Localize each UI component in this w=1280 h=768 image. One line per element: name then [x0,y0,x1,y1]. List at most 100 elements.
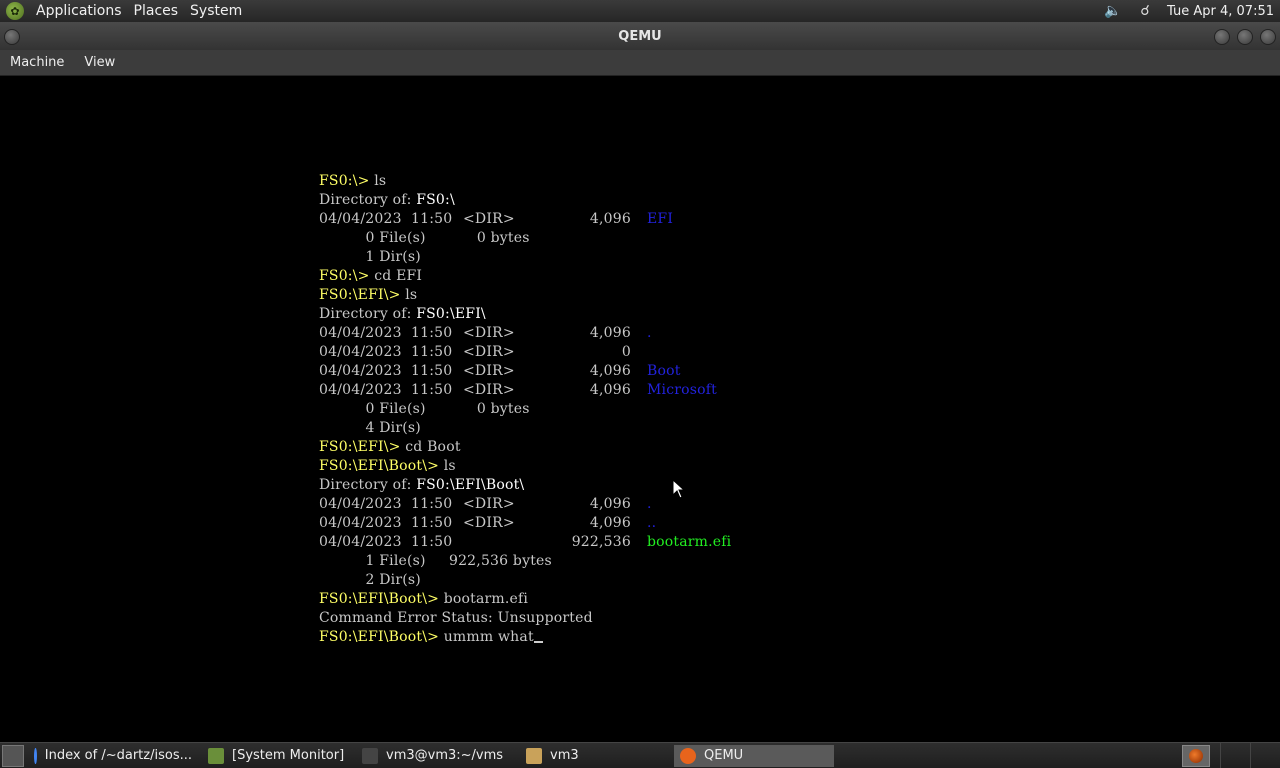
console-line: 04/04/2023 11:50 <DIR> 0 [319,343,731,362]
console-line: 04/04/2023 11:50 <DIR> 4,096. [319,495,731,514]
entry-date: 04/04/2023 11:50 [319,534,453,550]
entry-date: 04/04/2023 11:50 [319,325,453,341]
minimize-button[interactable] [1214,29,1230,45]
shell-command: bootarm.efi [443,591,529,607]
window-titlebar[interactable]: QEMU [0,22,1280,50]
directory-label: Directory of: [319,192,417,208]
console-line: Command Error Status: Unsupported [319,609,731,628]
entry-date: 04/04/2023 11:50 [319,344,453,360]
entry-date: 04/04/2023 11:50 [319,382,453,398]
console-line: 0 File(s) 0 bytes [319,400,731,419]
summary-text: 4 Dir(s) [319,420,421,436]
window-menu-button[interactable] [4,29,20,45]
qemu-icon [680,747,696,764]
console-line: 0 File(s) 0 bytes [319,229,731,248]
taskbar-item-label: Index of /~dartz/isos... [44,748,192,763]
shell-command: cd Boot [405,439,461,455]
workspace-switcher[interactable] [1220,743,1280,768]
summary-text: 0 File(s) 0 bytes [319,401,530,417]
console-line: FS0:\EFI\Boot\> ummm what [319,628,731,647]
entry-size: 4,096 [589,382,631,398]
console-line: FS0:\EFI\> ls [319,286,731,305]
console-line: FS0:\EFI\> cd Boot [319,438,731,457]
entry-name: . [647,496,652,512]
entry-date: 04/04/2023 11:50 [319,363,453,379]
terminal-icon [362,747,378,764]
show-desktop-button[interactable] [2,744,24,767]
clock[interactable]: Tue Apr 4, 07:51 [1161,4,1280,19]
shell-command: ls [405,287,418,303]
qemu-tray-icon[interactable] [1182,745,1210,767]
summary-text: 1 File(s) 922,536 bytes [319,553,552,569]
console-line: FS0:\EFI\Boot\> ls [319,457,731,476]
taskbar-item[interactable]: Index of /~dartz/isos... [28,745,198,767]
console-line: 1 File(s) 922,536 bytes [319,552,731,571]
entry-size: 0 [621,344,631,360]
console-line: 1 Dir(s) [319,248,731,267]
console-line: 4 Dir(s) [319,419,731,438]
gnome-foot-icon[interactable]: ✿ [6,2,24,20]
vm-display[interactable]: FS0:\> ls Directory of: FS0:\ 04/04/2023 1… [0,77,1280,742]
entry-type: <DIR> [463,382,515,398]
shell-command: ummm what [443,629,534,645]
directory-label: Directory of: [319,306,417,322]
system-menu[interactable]: System [184,0,248,22]
console-line: Directory of: FS0:\EFI\ [319,305,731,324]
volume-icon[interactable]: 🔈 [1103,2,1123,20]
shell-prompt: FS0:\EFI\Boot\> [319,458,444,474]
console-line: 04/04/2023 11:50 <DIR> 4,096 EFI [319,210,731,229]
menu-machine[interactable]: Machine [0,55,74,70]
summary-text: Command Error Status: Unsupported [319,610,593,626]
shell-command: ls [443,458,456,474]
taskbar-item[interactable]: vm3 [520,745,670,767]
taskbar-item-label: vm3@vm3:~/vms [386,748,504,763]
entry-name: Boot [647,363,681,379]
mouse-pointer-icon [672,478,686,499]
console-line: 04/04/2023 11:50 922,536 bootarm.efi [319,533,731,552]
task-list: Index of /~dartz/isos... [System Monitor]… [24,744,834,767]
console-line: FS0:\EFI\Boot\> bootarm.efi [319,590,731,609]
console-line: 2 Dir(s) [319,571,731,590]
maximize-button[interactable] [1237,29,1253,45]
chrome-icon [34,747,37,764]
taskbar-item[interactable]: [System Monitor] [202,745,352,767]
console-line: Directory of: FS0:\EFI\Boot\ [319,476,731,495]
places-menu[interactable]: Places [128,0,185,22]
window-title: QEMU [618,28,662,44]
entry-size: 922,536 [571,534,631,550]
entry-name: Microsoft [647,382,717,398]
shell-prompt: FS0:\> [319,268,375,284]
shell-prompt: FS0:\EFI\> [319,287,406,303]
system-monitor-icon [208,747,224,764]
summary-text: 1 Dir(s) [319,249,421,265]
bottom-taskbar: Index of /~dartz/isos... [System Monitor]… [0,742,1280,768]
close-button[interactable] [1260,29,1276,45]
taskbar-item-label: QEMU [704,748,744,763]
uefi-shell-console[interactable]: FS0:\> ls Directory of: FS0:\ 04/04/2023 1… [319,172,731,647]
shell-prompt: FS0:\EFI\Boot\> [319,629,444,645]
summary-text: 0 File(s) 0 bytes [319,230,530,246]
entry-size: 4,096 [589,515,631,531]
directory-path: FS0:\ [416,192,455,208]
network-key-icon[interactable]: ☌ [1135,2,1155,20]
entry-date: 04/04/2023 11:50 [319,496,453,512]
shell-prompt: FS0:\EFI\Boot\> [319,591,444,607]
menu-view[interactable]: View [74,55,125,70]
entry-name: . [647,325,652,341]
taskbar-item[interactable]: QEMU [674,744,834,767]
console-line: Directory of: FS0:\ [319,191,731,210]
shell-prompt: FS0:\> [319,173,375,189]
shell-command: cd EFI [374,268,423,284]
summary-text: 2 Dir(s) [319,572,421,588]
entry-name: .. [647,515,657,531]
folder-icon [526,747,542,764]
top-panel: ✿ Applications Places System 🔈 ☌ Tue Apr… [0,0,1280,22]
entry-size: 4,096 [589,211,631,227]
qemu-menubar: Machine View [0,50,1280,76]
entry-size: 4,096 [589,325,631,341]
console-line: FS0:\> cd EFI [319,267,731,286]
applications-menu[interactable]: Applications [30,0,128,22]
entry-type: <DIR> [463,363,515,379]
taskbar-item[interactable]: vm3@vm3:~/vms [356,745,516,767]
entry-name: EFI [647,211,674,227]
